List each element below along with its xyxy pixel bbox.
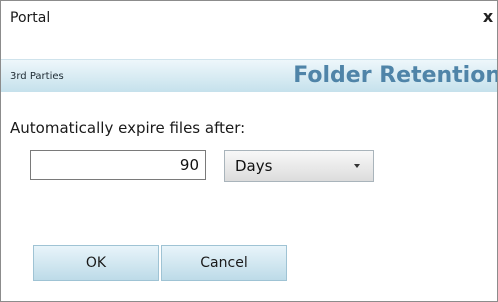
expire-days-input[interactable] — [30, 150, 206, 180]
unit-select-value: Days — [235, 157, 273, 175]
header-band: 3rd Parties Folder Retention — [1, 59, 497, 92]
ok-button[interactable]: OK — [33, 245, 159, 281]
expire-unit-select[interactable]: Days — [224, 150, 374, 182]
window-title: Portal — [10, 10, 51, 26]
chevron-down-icon — [354, 164, 360, 168]
cancel-button[interactable]: Cancel — [161, 245, 287, 281]
retention-dialog: Portal x 3rd Parties Folder Retention Au… — [0, 0, 498, 302]
section-label: 3rd Parties — [10, 71, 64, 82]
expire-prompt-label: Automatically expire files after: — [10, 119, 246, 137]
page-title: Folder Retention — [293, 63, 498, 88]
close-icon[interactable]: x — [481, 7, 495, 27]
title-bar: Portal x — [1, 1, 497, 37]
